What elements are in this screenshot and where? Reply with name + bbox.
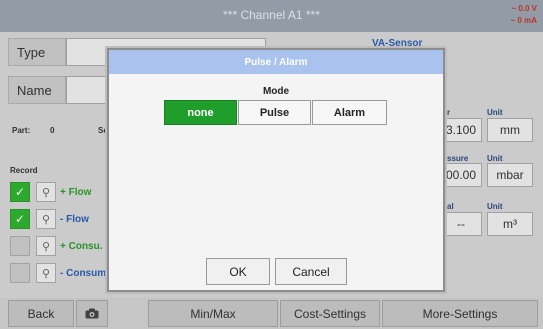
mode-option-pulse[interactable]: Pulse [238, 100, 311, 125]
mode-option-none[interactable]: none [164, 100, 237, 125]
pulse-alarm-dialog: Pulse / Alarm Mode none Pulse Alarm OK C… [107, 48, 445, 292]
cancel-button[interactable]: Cancel [275, 258, 347, 285]
ok-button[interactable]: OK [206, 258, 270, 285]
mode-label: Mode [262, 86, 290, 97]
screen: *** Channel A1 *** ~ 0.0 V ~ 0 mA Type N… [0, 0, 543, 329]
mode-option-alarm[interactable]: Alarm [312, 100, 387, 125]
dialog-title: Pulse / Alarm [109, 50, 443, 74]
